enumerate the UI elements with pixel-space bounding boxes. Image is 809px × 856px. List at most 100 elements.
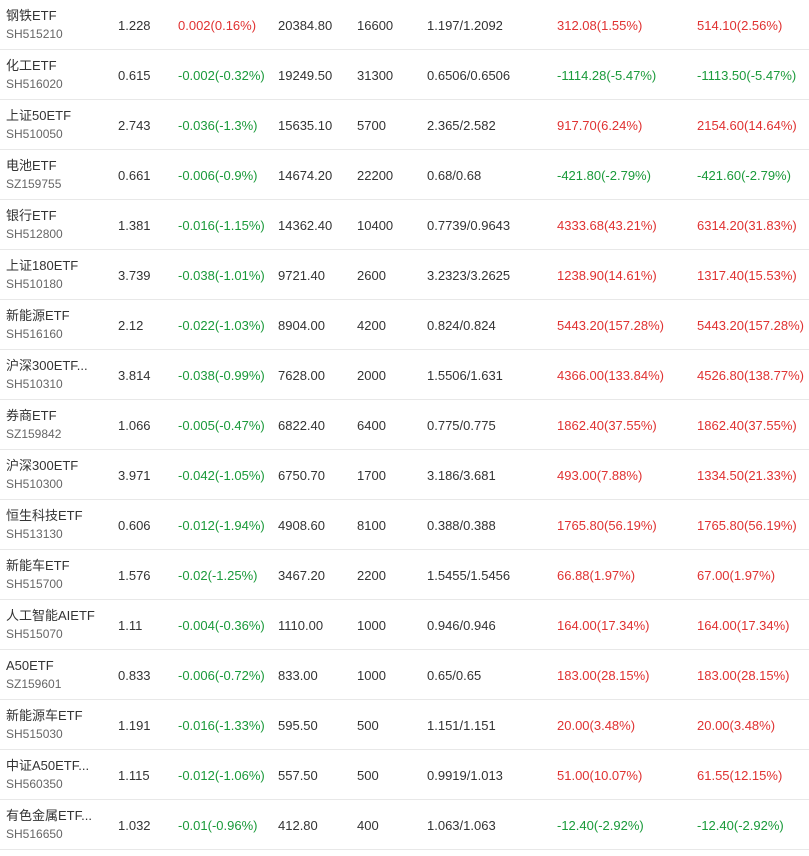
cost-cell: 0.9919/1.013 bbox=[427, 767, 503, 783]
pnl-cell: 312.08(1.55%) bbox=[557, 17, 643, 33]
total-pnl-cell: 1317.40(15.53%) bbox=[697, 267, 797, 283]
table-row[interactable]: 人工智能AIETF SH515070 1.11 -0.004(-0.36%) 1110.… bbox=[0, 600, 809, 650]
price-cell: 1.228 bbox=[118, 17, 151, 33]
quantity-cell: 1000 bbox=[357, 617, 386, 633]
market-value-cell: 6822.40 bbox=[278, 417, 325, 433]
fund-code: SH515070 bbox=[6, 627, 63, 641]
table-row[interactable]: A50ETF SZ159601 0.833 -0.006(-0.72%) 833.00 1… bbox=[0, 650, 809, 700]
table-row[interactable]: 新能源车ETF SH515030 1.191 -0.016(-1.33%) 595.50… bbox=[0, 700, 809, 750]
total-pnl-cell: 20.00(3.48%) bbox=[697, 717, 776, 733]
fund-code: SH515030 bbox=[6, 727, 63, 741]
change-cell: -0.042(-1.05%) bbox=[178, 467, 265, 483]
price-cell: 1.115 bbox=[118, 767, 150, 783]
market-value-cell: 3467.20 bbox=[278, 567, 325, 583]
table-row[interactable]: 恒生科技ETF SH513130 0.606 -0.012(-1.94%) 4908.6… bbox=[0, 500, 809, 550]
cost-cell: 0.946/0.946 bbox=[427, 617, 496, 633]
fund-code: SH560350 bbox=[6, 777, 63, 791]
fund-name: A50ETF bbox=[6, 658, 54, 673]
table-row[interactable]: 有色金属ETF... SH516650 1.032 -0.01(-0.96%) 412.… bbox=[0, 800, 809, 850]
pnl-cell: -421.80(-2.79%) bbox=[557, 167, 651, 183]
fund-name-cell[interactable]: 钢铁ETF SH515210 bbox=[6, 0, 106, 50]
fund-name-cell[interactable]: 银行ETF SH512800 bbox=[6, 200, 106, 250]
quantity-cell: 22200 bbox=[357, 167, 394, 183]
fund-name: 恒生科技ETF bbox=[6, 508, 83, 523]
total-pnl-cell: 1334.50(21.33%) bbox=[697, 467, 797, 483]
fund-code: SZ159755 bbox=[6, 177, 62, 191]
table-row[interactable]: 电池ETF SZ159755 0.661 -0.006(-0.9%) 14674.20 2… bbox=[0, 150, 809, 200]
fund-name: 电池ETF bbox=[6, 158, 57, 173]
change-cell: -0.012(-1.06%) bbox=[178, 767, 265, 783]
pnl-cell: 917.70(6.24%) bbox=[557, 117, 643, 133]
table-row[interactable]: 银行ETF SH512800 1.381 -0.016(-1.15%) 14362.40… bbox=[0, 200, 809, 250]
change-cell: -0.002(-0.32%) bbox=[178, 67, 265, 83]
quantity-cell: 2200 bbox=[357, 567, 386, 583]
price-cell: 0.661 bbox=[118, 167, 151, 183]
fund-name: 钢铁ETF bbox=[6, 8, 57, 23]
fund-name-cell[interactable]: 券商ETF SZ159842 bbox=[6, 400, 106, 450]
market-value-cell: 14674.20 bbox=[278, 167, 333, 183]
change-cell: -0.016(-1.33%) bbox=[178, 717, 265, 733]
quantity-cell: 1700 bbox=[357, 467, 386, 483]
fund-name: 人工智能AIETF bbox=[6, 608, 95, 623]
price-cell: 1.191 bbox=[118, 717, 151, 733]
cost-cell: 1.5506/1.631 bbox=[427, 367, 503, 383]
change-cell: 0.002(0.16%) bbox=[178, 17, 257, 33]
cost-cell: 0.7739/0.9643 bbox=[427, 217, 511, 233]
fund-code: SH510050 bbox=[6, 127, 63, 141]
fund-name-cell[interactable]: 上证180ETF SH510180 bbox=[6, 250, 106, 300]
fund-name-cell[interactable]: 化工ETF SH516020 bbox=[6, 50, 106, 100]
table-row[interactable]: 券商ETF SZ159842 1.066 -0.005(-0.47%) 6822.40 6… bbox=[0, 400, 809, 450]
fund-code: SH516160 bbox=[6, 327, 63, 341]
fund-name-cell[interactable]: 恒生科技ETF SH513130 bbox=[6, 500, 106, 550]
market-value-cell: 20384.80 bbox=[278, 17, 333, 33]
fund-name-cell[interactable]: 有色金属ETF... SH516650 bbox=[6, 800, 106, 850]
fund-code: SH510310 bbox=[6, 377, 63, 391]
quantity-cell: 1000 bbox=[357, 667, 386, 683]
price-cell: 2.12 bbox=[118, 317, 144, 333]
total-pnl-cell: 1765.80(56.19%) bbox=[697, 517, 797, 533]
pnl-cell: -1114.28(-5.47%) bbox=[557, 67, 657, 83]
fund-name: 券商ETF bbox=[6, 408, 57, 423]
table-row[interactable]: 钢铁ETF SH515210 1.228 0.002(0.16%) 20384.80 16… bbox=[0, 0, 809, 50]
cost-cell: 2.365/2.582 bbox=[427, 117, 496, 133]
quantity-cell: 2600 bbox=[357, 267, 386, 283]
pnl-cell: 4333.68(43.21%) bbox=[557, 217, 657, 233]
change-cell: -0.02(-1.25%) bbox=[178, 567, 258, 583]
quantity-cell: 500 bbox=[357, 767, 379, 783]
fund-name-cell[interactable]: 新能源车ETF SH515030 bbox=[6, 700, 106, 750]
fund-name: 新能车ETF bbox=[6, 558, 70, 573]
fund-code: SH516020 bbox=[6, 77, 63, 91]
table-row[interactable]: 沪深300ETF SH510300 3.971 -0.042(-1.05%) 6750.… bbox=[0, 450, 809, 500]
change-cell: -0.022(-1.03%) bbox=[178, 317, 265, 333]
fund-name-cell[interactable]: 沪深300ETF SH510300 bbox=[6, 450, 106, 500]
fund-name-cell[interactable]: 中证A50ETF... SH560350 bbox=[6, 750, 106, 800]
quantity-cell: 31300 bbox=[357, 67, 394, 83]
price-cell: 1.066 bbox=[118, 417, 151, 433]
price-cell: 3.739 bbox=[118, 267, 151, 283]
table-row[interactable]: 化工ETF SH516020 0.615 -0.002(-0.32%) 19249.50… bbox=[0, 50, 809, 100]
price-cell: 0.615 bbox=[118, 67, 151, 83]
change-cell: -0.006(-0.72%) bbox=[178, 667, 265, 683]
table-row[interactable]: 中证A50ETF... SH560350 1.115 -0.012(-1.06%) 55… bbox=[0, 750, 809, 800]
fund-name-cell[interactable]: A50ETF SZ159601 bbox=[6, 650, 106, 700]
fund-name-cell[interactable]: 上证50ETF SH510050 bbox=[6, 100, 106, 150]
fund-name-cell[interactable]: 新能源ETF SH516160 bbox=[6, 300, 106, 350]
table-row[interactable]: 上证180ETF SH510180 3.739 -0.038(-1.01%) 9721.… bbox=[0, 250, 809, 300]
pnl-cell: 4366.00(133.84%) bbox=[557, 367, 664, 383]
fund-name: 上证50ETF bbox=[6, 108, 72, 123]
fund-name-cell[interactable]: 电池ETF SZ159755 bbox=[6, 150, 106, 200]
total-pnl-cell: 5443.20(157.28%) bbox=[697, 317, 804, 333]
fund-name-cell[interactable]: 沪深300ETF... SH510310 bbox=[6, 350, 106, 400]
table-row[interactable]: 新能车ETF SH515700 1.576 -0.02(-1.25%) 3467.20 2… bbox=[0, 550, 809, 600]
fund-name-cell[interactable]: 新能车ETF SH515700 bbox=[6, 550, 106, 600]
quantity-cell: 6400 bbox=[357, 417, 386, 433]
table-row[interactable]: 新能源ETF SH516160 2.12 -0.022(-1.03%) 8904.00 4… bbox=[0, 300, 809, 350]
table-row[interactable]: 沪深300ETF... SH510310 3.814 -0.038(-0.99%) 76… bbox=[0, 350, 809, 400]
change-cell: -0.005(-0.47%) bbox=[178, 417, 265, 433]
fund-name-cell[interactable]: 人工智能AIETF SH515070 bbox=[6, 600, 106, 650]
market-value-cell: 9721.40 bbox=[278, 267, 325, 283]
table-row[interactable]: 上证50ETF SH510050 2.743 -0.036(-1.3%) 15635.1… bbox=[0, 100, 809, 150]
total-pnl-cell: -421.60(-2.79%) bbox=[697, 167, 791, 183]
cost-cell: 1.5455/1.5456 bbox=[427, 567, 511, 583]
market-value-cell: 833.00 bbox=[278, 667, 318, 683]
